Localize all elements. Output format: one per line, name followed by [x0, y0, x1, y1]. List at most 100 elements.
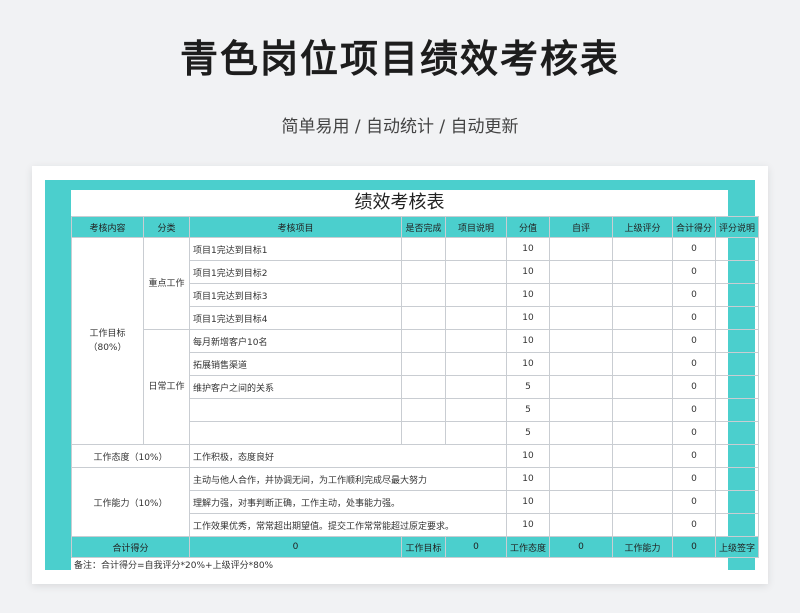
score-note-cell[interactable]	[715, 306, 760, 330]
self-score-cell[interactable]	[549, 329, 614, 353]
manager-score-cell[interactable]	[612, 260, 674, 284]
score-note-cell[interactable]	[715, 352, 760, 376]
manager-score-cell[interactable]	[612, 283, 674, 307]
category-key-work: 重点工作	[143, 237, 190, 330]
self-score-cell[interactable]	[549, 421, 614, 445]
page-title: 青色岗位项目绩效考核表	[179, 37, 620, 81]
self-score-cell[interactable]	[549, 283, 614, 307]
group-work-goal: 工作目标（80%）	[71, 237, 144, 445]
score-note-cell[interactable]	[715, 398, 760, 422]
item-cell[interactable]: 项目1完达到目标2	[189, 260, 402, 284]
score-cell[interactable]: 10	[505, 306, 551, 330]
item-note-cell[interactable]	[445, 375, 507, 399]
completed-cell[interactable]	[401, 421, 446, 445]
score-cell[interactable]: 10	[505, 283, 551, 307]
self-score-cell[interactable]	[549, 375, 614, 399]
item-cell[interactable]: 项目1完达到目标4	[189, 306, 402, 330]
item-cell[interactable]	[189, 398, 402, 422]
score-note-cell[interactable]	[715, 329, 760, 353]
score-cell[interactable]: 5	[505, 398, 551, 422]
total-cell: 0	[672, 260, 717, 284]
self-score-cell[interactable]	[549, 260, 614, 284]
item-cell[interactable]: 工作积极，态度良好	[189, 444, 507, 468]
completed-cell[interactable]	[401, 352, 446, 376]
completed-cell[interactable]	[401, 237, 446, 261]
completed-cell[interactable]	[401, 260, 446, 284]
self-score-cell[interactable]	[549, 513, 614, 537]
score-cell[interactable]: 10	[505, 352, 551, 376]
manager-score-cell[interactable]	[612, 398, 674, 422]
item-note-cell[interactable]	[445, 352, 507, 376]
item-note-cell[interactable]	[445, 329, 507, 353]
page-subtitle: 简单易用 / 自动统计 / 自动更新	[281, 117, 519, 137]
item-cell[interactable]: 项目1完达到目标1	[189, 237, 402, 261]
table-row: 工作能力（10%） 主动与他人合作，并协调无间，为工作顺利完成尽最大努力 10 …	[71, 467, 760, 537]
self-score-cell[interactable]	[549, 352, 614, 376]
manager-score-cell[interactable]	[612, 375, 674, 399]
goal-label: 工作目标	[401, 536, 446, 558]
completed-cell[interactable]	[401, 283, 446, 307]
score-cell[interactable]: 10	[505, 444, 551, 468]
score-cell[interactable]: 10	[505, 260, 551, 284]
manager-score-cell[interactable]	[612, 237, 674, 261]
self-score-cell[interactable]	[549, 398, 614, 422]
item-note-cell[interactable]	[445, 260, 507, 284]
self-score-cell[interactable]	[549, 467, 614, 491]
item-note-cell[interactable]	[445, 283, 507, 307]
item-cell[interactable]	[189, 421, 402, 445]
signature-label: 上级签字	[715, 536, 760, 558]
manager-score-cell[interactable]	[612, 513, 674, 537]
score-note-cell[interactable]	[715, 467, 760, 491]
score-note-cell[interactable]	[715, 444, 760, 468]
item-cell[interactable]: 工作效果优秀，常常超出期望值。提交工作常常能超过原定要求。	[189, 513, 507, 537]
completed-cell[interactable]	[401, 375, 446, 399]
score-cell[interactable]: 5	[505, 375, 551, 399]
manager-score-cell[interactable]	[612, 329, 674, 353]
group-ability: 工作能力（10%）	[71, 467, 190, 537]
total-cell: 0	[672, 513, 717, 537]
self-score-cell[interactable]	[549, 490, 614, 514]
score-cell[interactable]: 10	[505, 490, 551, 514]
item-cell[interactable]: 拓展销售渠道	[189, 352, 402, 376]
completed-cell[interactable]	[401, 306, 446, 330]
score-note-cell[interactable]	[715, 421, 760, 445]
self-score-cell[interactable]	[549, 444, 614, 468]
manager-score-cell[interactable]	[612, 467, 674, 491]
self-score-cell[interactable]	[549, 306, 614, 330]
manager-score-cell[interactable]	[612, 306, 674, 330]
total-label: 合计得分	[71, 536, 190, 558]
item-cell[interactable]: 理解力强，对事判断正确，工作主动，处事能力强。	[189, 490, 507, 514]
item-cell[interactable]: 每月新增客户10名	[189, 329, 402, 353]
score-note-cell[interactable]	[715, 260, 760, 284]
manager-score-cell[interactable]	[612, 421, 674, 445]
score-note-cell[interactable]	[715, 490, 760, 514]
score-cell[interactable]: 10	[505, 237, 551, 261]
item-note-cell[interactable]	[445, 398, 507, 422]
score-note-cell[interactable]	[715, 375, 760, 399]
item-cell[interactable]: 主动与他人合作，并协调无间，为工作顺利完成尽最大努力	[189, 467, 507, 491]
item-cell[interactable]: 项目1完达到目标3	[189, 283, 402, 307]
item-note-cell[interactable]	[445, 306, 507, 330]
score-cell[interactable]: 10	[505, 329, 551, 353]
footnote: 备注：合计得分=自我评分*20%+上级评分*80%	[74, 561, 274, 571]
item-cell[interactable]: 维护客户之间的关系	[189, 375, 402, 399]
manager-score-cell[interactable]	[612, 490, 674, 514]
item-note-cell[interactable]	[445, 237, 507, 261]
completed-cell[interactable]	[401, 398, 446, 422]
score-note-cell[interactable]	[715, 513, 760, 537]
self-score-cell[interactable]	[549, 237, 614, 261]
total-cell: 0	[672, 283, 717, 307]
manager-score-cell[interactable]	[612, 352, 674, 376]
score-note-cell[interactable]	[715, 237, 760, 261]
completed-cell[interactable]	[401, 329, 446, 353]
score-cell[interactable]: 5	[505, 421, 551, 445]
item-note-cell[interactable]	[445, 421, 507, 445]
score-cell[interactable]: 10	[505, 467, 551, 491]
header-cell: 分类	[143, 216, 190, 238]
score-cell[interactable]: 10	[505, 513, 551, 537]
attitude-label: 工作态度	[505, 536, 551, 558]
manager-score-cell[interactable]	[612, 444, 674, 468]
total-cell: 0	[672, 306, 717, 330]
score-note-cell[interactable]	[715, 283, 760, 307]
total-cell: 0	[672, 375, 717, 399]
